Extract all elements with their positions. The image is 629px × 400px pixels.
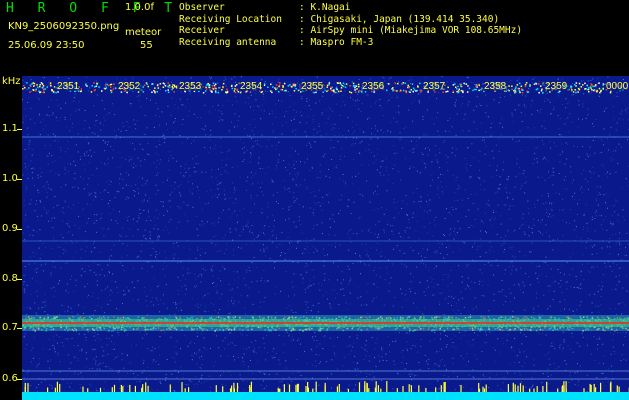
meteor-count: 55 (140, 40, 153, 51)
spectrogram-background (22, 76, 629, 400)
filename-label: KN9_2506092350.png (8, 21, 120, 32)
time-marker: 2359 (543, 80, 569, 92)
frequency-tick-label: 0.6 (2, 373, 18, 384)
time-marker-label: 2351 (57, 81, 80, 92)
time-marker: 2352 (116, 80, 142, 92)
time-marker: 2355 (299, 80, 325, 92)
datetime-label: 25.06.09 23:50 (8, 40, 85, 51)
time-marker: 2351 (55, 80, 81, 92)
time-marker: 2356 (360, 80, 386, 92)
time-marker-label: 2358 (484, 81, 507, 92)
baseline-strip (22, 392, 629, 400)
info-row-location: Receiving Location: Chigasaki, Japan (13… (179, 13, 500, 25)
frequency-tick-label: 0.8 (2, 273, 18, 284)
time-marker-label: 2354 (240, 81, 263, 92)
frequency-unit-label: kHz (2, 76, 21, 87)
time-marker-label: 2356 (362, 81, 385, 92)
time-marker: 2354 (238, 80, 264, 92)
info-row-observer: Observer: K.Nagai (179, 2, 351, 13)
info-row-antenna: Receiving antenna: Maspro FM-3 (179, 36, 374, 48)
observation-info: Observer: K.Nagai Receiving Location: Ch… (179, 2, 522, 48)
frequency-tick-label: 1.1 (2, 123, 18, 134)
time-marker-label: 2352 (118, 81, 141, 92)
time-marker-label: 0000 (606, 81, 629, 92)
spectrogram-canvas: 2351 2352 2353 2354 2355 2356 2357 2358 2359 0000 (22, 76, 629, 400)
meteor-label: meteor (125, 27, 162, 38)
time-marker-label: 2357 (423, 81, 446, 92)
version-label: 1.0.0f (125, 2, 154, 13)
spectrogram: 2351 2352 2353 2354 2355 2356 2357 2358 2359 0000 (22, 76, 629, 400)
header: H R O F F T 1.0.0f KN9_2506092350.png me… (0, 0, 629, 76)
time-marker: 2358 (482, 80, 508, 92)
frequency-tick-label: 0.7 (2, 322, 18, 333)
frequency-tick-label: 1.0 (2, 173, 18, 184)
info-row-receiver: Receiver: AirSpy mini (Miakejima VOR 108… (179, 25, 523, 36)
frequency-tick-label: 0.9 (2, 223, 18, 234)
time-marker: 2357 (421, 80, 447, 92)
time-marker-label: 2355 (301, 81, 324, 92)
time-marker: 2353 (177, 80, 203, 92)
time-marker-label: 2353 (179, 81, 202, 92)
time-marker-label: 2359 (545, 81, 568, 92)
time-marker: 0000 (604, 80, 629, 92)
